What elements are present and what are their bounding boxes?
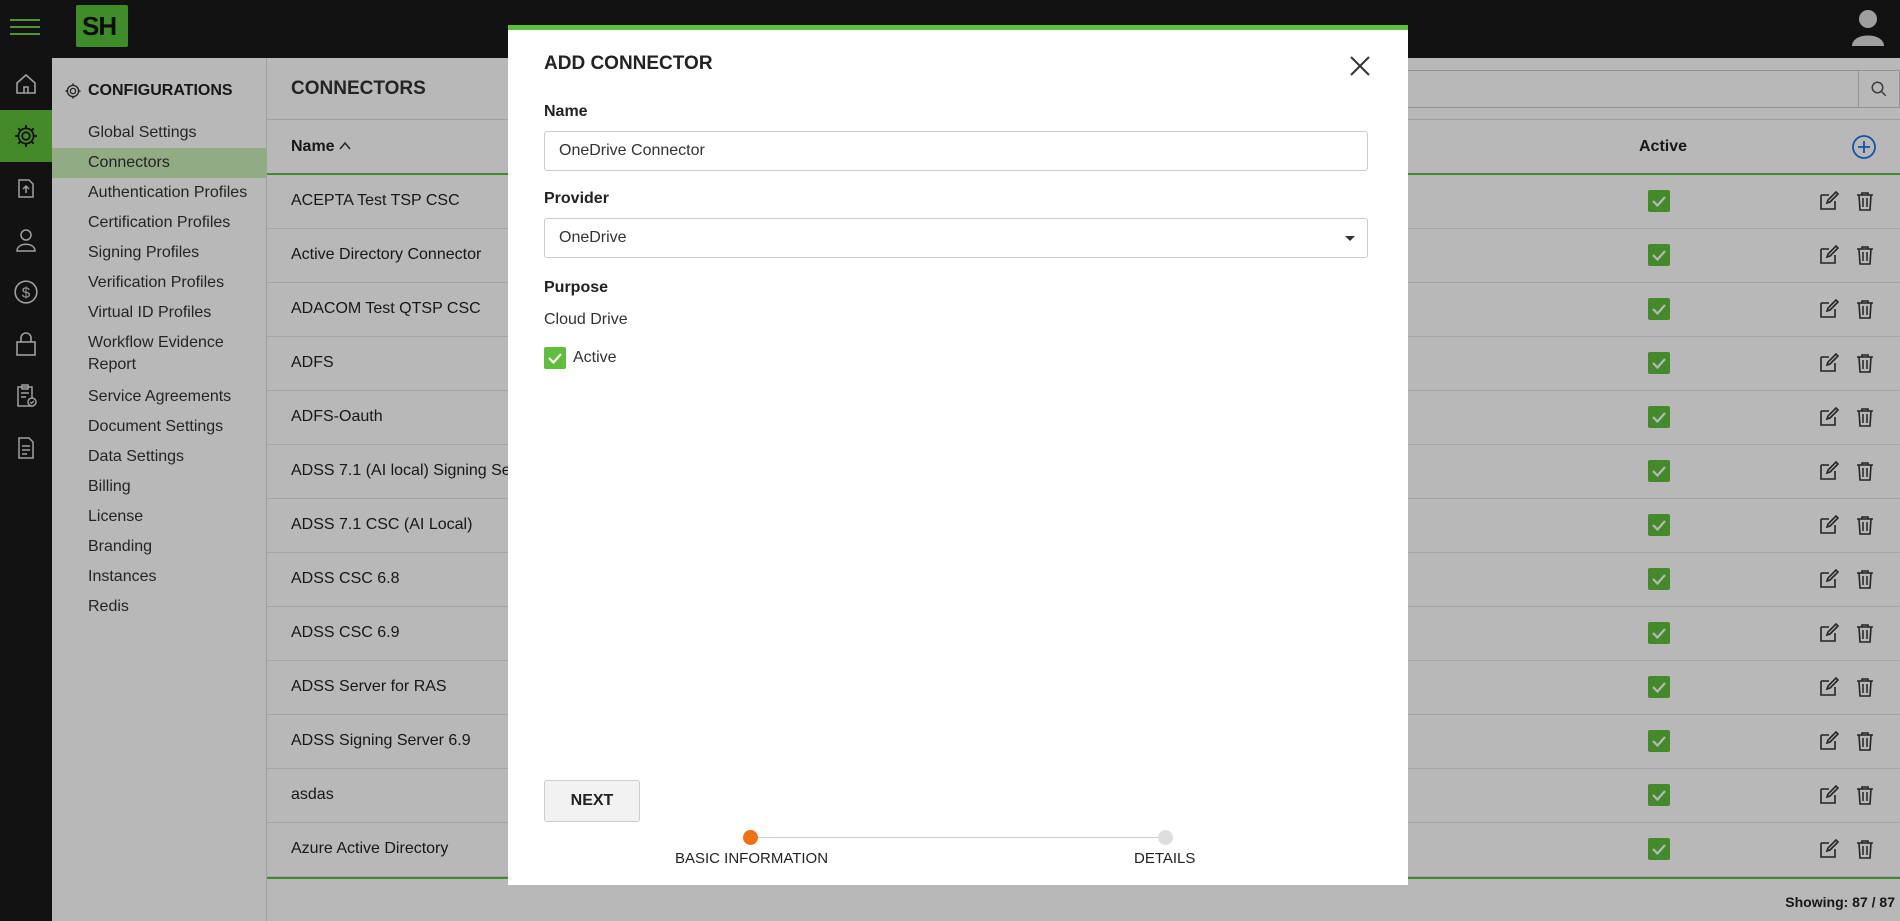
provider-selected-value: OneDrive	[559, 229, 627, 246]
step-indicator-basic-information	[743, 830, 758, 845]
step-indicator-details	[1158, 830, 1173, 845]
active-checkbox[interactable]	[544, 347, 566, 369]
check-icon	[548, 353, 562, 365]
provider-select[interactable]: OneDrive	[544, 218, 1368, 258]
active-checkbox-label[interactable]: Active	[573, 349, 617, 367]
chevron-down-icon	[1345, 236, 1355, 241]
dialog-title: ADD CONNECTOR	[544, 53, 713, 74]
step-label-details: DETAILS	[1134, 850, 1196, 867]
purpose-label: Purpose	[544, 279, 609, 296]
provider-label: Provider	[544, 190, 609, 207]
name-label: Name	[544, 103, 588, 120]
stepper-track	[751, 837, 1165, 838]
next-button[interactable]: NEXT	[544, 780, 640, 822]
name-field[interactable]	[544, 131, 1368, 171]
close-icon[interactable]	[1348, 54, 1372, 78]
add-connector-dialog: ADD CONNECTOR Name Provider OneDrive Pur…	[508, 25, 1408, 885]
step-label-basic-information: BASIC INFORMATION	[675, 850, 829, 867]
purpose-value: Cloud Drive	[544, 311, 628, 328]
